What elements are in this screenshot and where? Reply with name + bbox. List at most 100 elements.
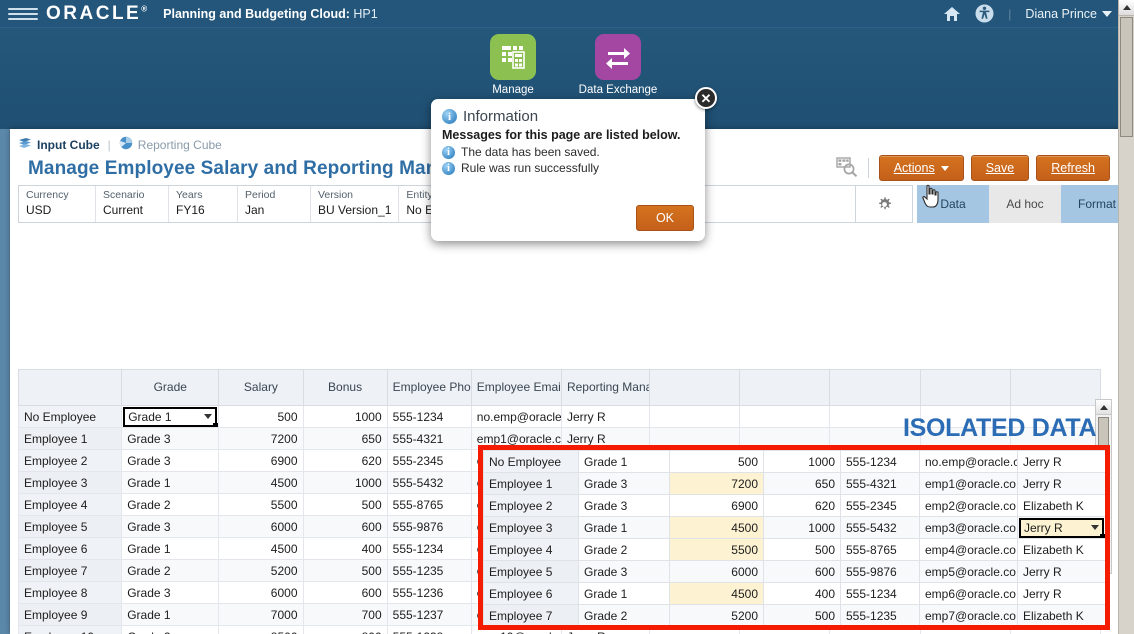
cell-grade[interactable]: Grade 2 [121,625,220,634]
actions-button[interactable]: Actions [878,155,964,181]
manager-dropdown[interactable]: Jerry R [1019,517,1105,538]
cell-employee[interactable]: Employee 10 [17,625,123,634]
table-row[interactable]: Employee 2Grade 36900620555-2345emp2@ora… [483,494,1105,517]
grid-col-bonus[interactable]: Bonus [302,369,388,406]
grid-col-employee-email[interactable]: Employee Email [470,369,562,406]
cell-bonus[interactable]: 1000 [763,516,841,539]
cell-bonus[interactable]: 500 [302,559,388,582]
app-tile-manage[interactable]: Manage [458,34,568,96]
cell-salary[interactable]: 500 [218,405,304,428]
grid-col-empty[interactable] [1009,369,1102,406]
cell-employee-phone[interactable]: 555-5432 [840,516,920,539]
cell-reporting-manager[interactable]: Elizabeth K [1017,538,1105,561]
grid-col-grade[interactable]: Grade [121,369,220,406]
cell-employee[interactable]: Employee 5 [483,560,579,583]
cell-salary[interactable]: 4500 [218,537,304,560]
cell-bonus[interactable]: 500 [763,604,841,625]
cell-salary[interactable]: 4500 [218,471,304,494]
cell-bonus[interactable]: 500 [763,538,841,561]
cell-employee-phone[interactable]: 555-1238 [386,625,472,634]
cell-employee[interactable]: Employee 5 [17,515,123,538]
home-icon[interactable] [943,6,961,22]
accessibility-icon[interactable] [975,4,994,23]
cell-employee-phone[interactable]: 555-9876 [840,560,920,583]
cell-employee[interactable]: Employee 6 [17,537,123,560]
search-grid-icon[interactable] [836,156,858,180]
cell-employee-phone[interactable]: 555-1234 [840,582,920,605]
cell-employee-phone[interactable]: 555-5432 [386,471,472,494]
app-tile-data-exchange[interactable]: Data Exchange [563,34,673,96]
grade-dropdown[interactable]: Grade 1 [123,406,218,427]
cell-employee-phone[interactable]: 555-4321 [840,472,920,495]
cell-bonus[interactable]: 650 [302,427,388,450]
gear-icon[interactable] [856,185,913,223]
tab-data[interactable]: Data [917,185,989,223]
cell-grade[interactable]: Grade 3 [121,427,220,450]
cell-employee-phone[interactable]: 555-1235 [840,604,920,625]
cell-bonus[interactable]: 600 [763,560,841,583]
cell-bonus[interactable]: 650 [763,472,841,495]
cell-grade[interactable]: Grade 2 [121,559,220,582]
cell-bonus[interactable]: 1000 [302,405,388,428]
cell-employee-email[interactable]: emp1@oracle.co [919,472,1018,495]
cell-employee-phone[interactable]: 555-2345 [386,449,472,472]
cell-employee[interactable]: Employee 7 [483,604,579,625]
cell-employee[interactable]: Employee 2 [483,494,579,517]
cell-employee[interactable]: Employee 3 [483,516,579,539]
reporting-cube-label[interactable]: Reporting Cube [138,138,222,152]
grid-col-empty[interactable] [739,369,831,406]
cell-employee-phone[interactable]: 555-9876 [386,515,472,538]
grid-col-reporting-manager[interactable]: Reporting Manager [560,369,651,406]
cell-salary[interactable]: 6000 [218,581,304,604]
cell-grade[interactable]: Grade 1 [578,450,670,473]
tab-ad-hoc[interactable]: Ad hoc [989,185,1061,223]
cell-employee-email[interactable]: no.emp@oracle.c [470,405,562,428]
cell-salary[interactable]: 5500 [218,493,304,516]
refresh-button[interactable]: Refresh [1036,155,1110,181]
cell-grade[interactable]: Grade 2 [578,604,670,625]
table-row[interactable]: Employee 5Grade 36000600555-9876emp5@ora… [483,560,1105,583]
cell-empty[interactable] [649,405,741,428]
pov-item-scenario[interactable]: Scenario Current [96,186,169,222]
cell-employee[interactable]: Employee 1 [483,472,579,495]
cell-employee-phone[interactable]: 555-8765 [386,493,472,516]
cell-employee[interactable]: Employee 2 [17,449,123,472]
scroll-up-icon[interactable] [1119,0,1134,16]
cell-bonus[interactable]: 1000 [302,471,388,494]
cell-grade[interactable]: Grade 1 [121,405,220,428]
cell-salary[interactable]: 6900 [218,449,304,472]
cell-employee[interactable]: Employee 6 [483,582,579,605]
cell-reporting-manager[interactable]: Jerry R [1017,582,1105,605]
cell-empty[interactable] [739,405,831,428]
scroll-up-icon[interactable] [1096,400,1111,415]
cell-employee[interactable]: Employee 4 [483,538,579,561]
cell-bonus[interactable]: 600 [302,515,388,538]
cell-employee[interactable]: No Employee [17,405,123,428]
hamburger-menu-icon[interactable] [8,7,38,20]
pov-item-years[interactable]: Years FY16 [169,186,238,222]
grid-col-empty[interactable] [829,369,921,406]
input-cube-label[interactable]: Input Cube [37,138,100,152]
cell-employee-email[interactable]: emp6@oracle.co [919,582,1018,605]
ok-button[interactable]: OK [635,205,694,231]
cell-salary[interactable]: 6000 [669,560,764,583]
cell-employee-phone[interactable]: 555-2345 [840,494,920,517]
cell-employee-email[interactable]: emp7@oracle.co [919,604,1018,625]
cell-grade[interactable]: Grade 3 [121,449,220,472]
cell-employee[interactable]: Employee 9 [17,603,123,626]
cell-reporting-manager[interactable]: Jerry R [1017,472,1105,495]
cell-grade[interactable]: Grade 3 [578,494,670,517]
cell-bonus[interactable]: 800 [302,625,388,634]
cell-bonus[interactable]: 620 [302,449,388,472]
cell-bonus[interactable]: 400 [763,582,841,605]
cell-reporting-manager[interactable]: Elizabeth K [1017,604,1105,625]
cell-reporting-manager[interactable]: Jerry R [560,405,651,428]
cell-employee-email[interactable]: emp3@oracle.co [919,516,1018,539]
cell-reporting-manager[interactable]: Jerry R [1017,450,1105,473]
table-row[interactable]: No Employee Grade 1 500 1000 555-1234 no.emp@… [483,450,1105,473]
pov-item-currency[interactable]: Currency USD [19,186,96,222]
page-vertical-scrollbar[interactable] [1118,0,1134,634]
cell-reporting-manager[interactable]: Jerry R [1017,560,1105,583]
cell-grade[interactable]: Grade 3 [121,515,220,538]
cell-grade[interactable]: Grade 1 [121,537,220,560]
